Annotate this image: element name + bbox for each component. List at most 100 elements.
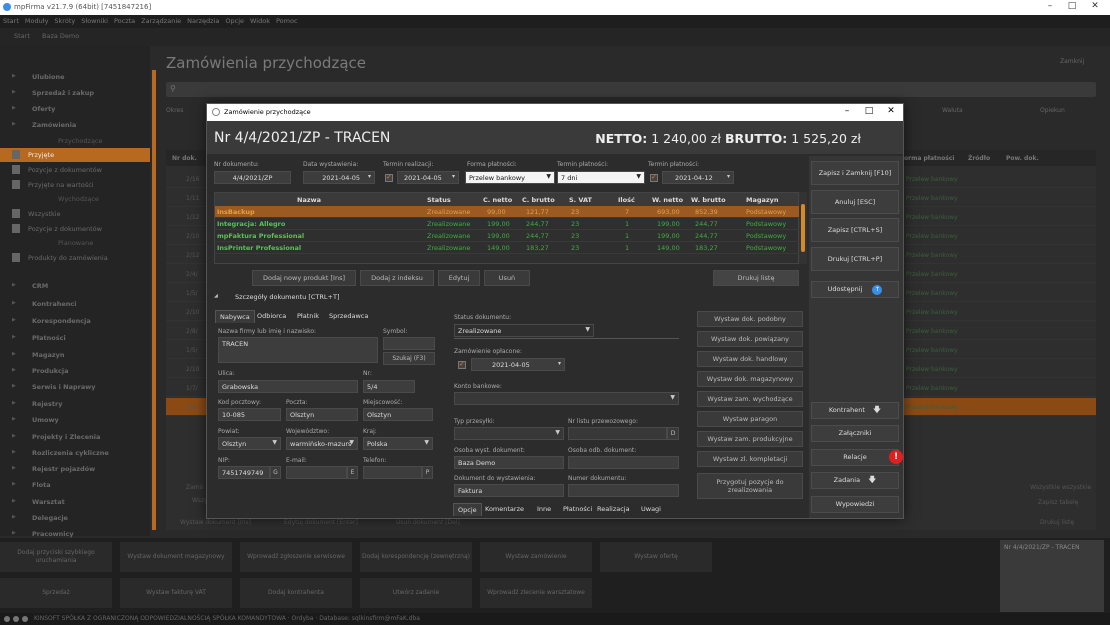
col-nr-dok[interactable]: Nr dok. (172, 155, 197, 162)
osoba-odb-input[interactable] (568, 456, 679, 469)
tasks-button[interactable]: Zadania 🡇 (811, 472, 899, 489)
action-button[interactable]: Wystaw paragon (697, 411, 803, 427)
sidebar-item[interactable]: Przyjęte (0, 148, 150, 162)
quick-tile[interactable]: Dodaj kontrahenta (240, 578, 352, 608)
products-table-scrollbar[interactable] (799, 192, 807, 264)
menu-item[interactable]: Pomoc (273, 15, 301, 27)
email-input[interactable] (286, 466, 347, 479)
call-phone-button[interactable]: P (422, 466, 433, 479)
sidebar-item[interactable]: ▶ CRM (0, 279, 150, 293)
sidebar-item[interactable]: ▶ Flota (0, 478, 150, 492)
quick-tile[interactable]: Wprowadź zgłoszenie serwisowe (240, 542, 352, 572)
sidebar-item[interactable]: ▶ Ulubione (0, 70, 150, 84)
tab-komentarze[interactable]: Komentarze (481, 503, 528, 515)
sidebar-item[interactable]: Przychodzące (0, 134, 150, 148)
termin-platnosci-select[interactable]: 7 dni ▼ (557, 171, 645, 184)
calendar-dropdown-icon[interactable]: ▾ (368, 173, 371, 180)
symbol-input[interactable] (383, 337, 435, 350)
tab-nabywca[interactable]: Nabywca (215, 310, 255, 323)
action-button[interactable]: Wystaw dok. magazynowy (697, 371, 803, 387)
quick-tile[interactable]: Wprowadź zlecenie warsztatowe (480, 578, 592, 608)
close-icon[interactable]: ✕ (1085, 1, 1105, 11)
calendar-dropdown-icon[interactable]: ▾ (727, 173, 730, 180)
sidebar-item[interactable]: Pozycje z dokumentów (0, 163, 150, 177)
firma-input[interactable]: TRACEN (218, 337, 378, 363)
gus-lookup-button[interactable]: G (270, 466, 281, 479)
sidebar-item[interactable]: ▶ Umowy (0, 413, 150, 427)
sidebar-item[interactable]: ▶ Rejestr pojazdów (0, 462, 150, 476)
menu-item[interactable]: Narzędzia (184, 15, 222, 27)
product-row[interactable]: InsBackup Zrealizowane 99,00 121,77 23 7 693,0… (215, 206, 800, 218)
tab-realizacja[interactable]: Realizacja (593, 503, 634, 515)
quick-tile[interactable]: Wystaw fakturę VAT (120, 578, 232, 608)
col-magazyn[interactable]: Magazyn (746, 196, 779, 204)
col-w-brutto[interactable]: W. brutto (691, 196, 726, 204)
minimize-icon[interactable]: – (1040, 1, 1060, 11)
action-button[interactable]: Wystaw zam. produkcyjne (697, 431, 803, 447)
nip-input[interactable]: 7451749749 (218, 466, 270, 479)
menu-item[interactable]: Zarządzanie (138, 15, 184, 27)
poczta-input[interactable]: Olsztyn (286, 408, 358, 421)
close-view-button[interactable]: Zamknij (1060, 58, 1084, 65)
save-table-button[interactable]: Zapisz tabelę (1038, 499, 1078, 506)
product-row[interactable]: InsPrinter Professional Zrealizowane 149,0… (215, 242, 800, 254)
dialog-minimize-icon[interactable]: – (837, 106, 857, 116)
delete-product-button[interactable]: Usuń (484, 270, 530, 286)
col-status[interactable]: Status (427, 196, 451, 204)
sidebar-item[interactable]: Planowane (0, 236, 150, 250)
termin-realizacji-input[interactable]: 2021-04-05 ▾ (397, 171, 459, 184)
col-nazwa[interactable]: Nazwa (297, 196, 321, 204)
osoba-wyst-input[interactable]: Baza Demo (454, 456, 564, 469)
action-button[interactable]: Wystaw dok. podobny (697, 311, 803, 327)
termin-platnosci-date-input[interactable]: 2021-04-12 ▾ (662, 171, 734, 184)
save-and-close-button[interactable]: Zapisz i Zamknij [F10] (811, 161, 899, 185)
data-wystawienia-input[interactable]: 2021-04-05 ▾ (303, 171, 375, 184)
zamowienie-oplacone-checkbox[interactable] (458, 360, 466, 369)
product-row[interactable]: Integracja: Allegro Zrealizowane 199,00 244… (215, 218, 800, 230)
dialog-maximize-icon[interactable]: □ (859, 106, 879, 116)
col-forma-platnosci[interactable]: orma płatności (904, 155, 955, 162)
add-new-product-button[interactable]: Dodaj nowy produkt [Ins] (252, 270, 356, 286)
sidebar-item[interactable]: Pozycje z dokumentów (0, 222, 150, 236)
menu-item[interactable]: Skróty (51, 15, 78, 27)
col-c-netto[interactable]: C. netto (483, 196, 512, 204)
action-button[interactable]: Wystaw zam. wychodzące (697, 391, 803, 407)
forma-platnosci-select[interactable]: Przelew bankowy ▼ (465, 171, 555, 184)
cancel-button[interactable]: Anuluj [ESC] (811, 190, 899, 214)
tab-płatności[interactable]: Płatności (559, 503, 596, 515)
action-button[interactable]: Wystaw dok. powiązany (697, 331, 803, 347)
maximize-icon[interactable]: □ (1062, 1, 1082, 11)
dialog-close-icon[interactable]: ✕ (881, 106, 901, 116)
nr-listu-input[interactable] (568, 427, 667, 440)
sidebar-item[interactable]: ▶ Rozliczenia cykliczne (0, 446, 150, 460)
send-email-button[interactable]: E (347, 466, 358, 479)
kod-pocztowy-input[interactable]: 10-085 (218, 408, 281, 421)
search-input[interactable]: ⚲ (166, 82, 1096, 97)
tab-sprzedawca[interactable]: Sprzedawca (325, 310, 372, 322)
product-row[interactable]: mpFaktura Professional Zrealizowane 199,00… (215, 230, 800, 242)
status-dokumentu-select[interactable]: Zrealizowane ▼ (454, 324, 594, 337)
share-button[interactable]: Udostępnij ↑ (811, 281, 899, 298)
termin-platnosci-checkbox[interactable] (650, 173, 658, 182)
dokument-do-wystawienia-select[interactable]: Faktura (454, 484, 564, 497)
attachments-button[interactable]: Załączniki (811, 425, 899, 442)
sidebar-item[interactable]: ▶ Serwis i Naprawy (0, 380, 150, 394)
tracking-button[interactable]: D (667, 427, 679, 440)
details-toggle[interactable]: Szczegóły dokumentu [CTRL+T] (235, 293, 340, 301)
col-w-netto[interactable]: W. netto (652, 196, 683, 204)
quick-tile[interactable]: Dodaj przyciski szybkiego uruchamiania (0, 542, 112, 572)
sidebar-item[interactable]: Produkty do zamówienia (0, 251, 150, 265)
typ-przesylki-select[interactable]: ▼ (454, 427, 564, 440)
quick-tile[interactable]: Dodaj korespondencję (zewnętrzną) (360, 542, 472, 572)
sidebar-item[interactable]: ▶ Zamówienia (0, 118, 150, 132)
menu-item[interactable]: Słowniki (78, 15, 111, 27)
sidebar-item[interactable]: ▶ Produkcja (0, 364, 150, 378)
add-from-index-button[interactable]: Dodaj z indeksu (360, 270, 434, 286)
sidebar-item[interactable]: ▶ Sprzedaż i zakup (0, 86, 150, 100)
sidebar-item[interactable]: ▶ Rejestry (0, 397, 150, 411)
details-collapse-icon[interactable]: ◢ (214, 293, 218, 299)
calendar-dropdown-icon[interactable]: ▾ (558, 360, 561, 367)
sidebar-item[interactable]: Wszystkie (0, 207, 150, 221)
calendar-dropdown-icon[interactable]: ▾ (452, 173, 455, 180)
numer-dokumentu-input[interactable] (568, 484, 679, 497)
